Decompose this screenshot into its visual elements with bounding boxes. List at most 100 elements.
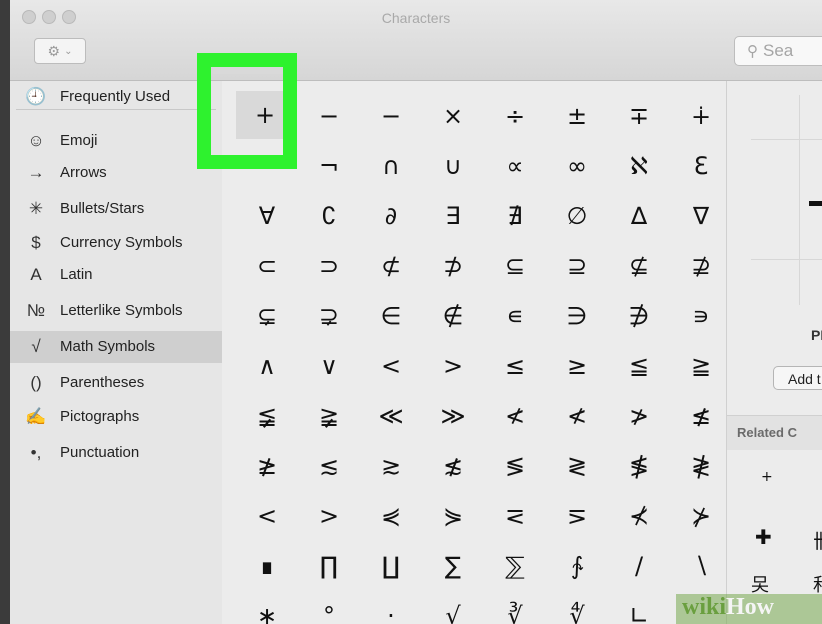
character-cell[interactable]: < [236,491,298,541]
character-cell[interactable]: ⊀ [608,491,670,541]
sidebar-item-bullets-stars[interactable]: ✳ Bullets/Stars [10,193,222,225]
character-cell[interactable]: ≱ [236,441,298,491]
character-cell[interactable]: ∐ [360,541,422,591]
character-cell[interactable]: ∨ [298,341,360,391]
character-cell[interactable]: ∝ [484,141,546,191]
character-cell[interactable]: ⊅ [422,241,484,291]
character-cell[interactable]: ≶ [484,441,546,491]
related-char[interactable]: 卌 [813,525,822,554]
character-cell[interactable]: ≸ [608,441,670,491]
character-cell[interactable]: ∏ [298,541,360,591]
character-cell[interactable]: − [298,91,360,141]
character-cell[interactable]: / [608,541,670,591]
character-cell[interactable]: ≦ [608,341,670,391]
character-cell[interactable]: ∑ [422,541,484,591]
character-cell[interactable]: ⋜ [484,491,546,541]
character-cell[interactable]: ≪ [360,391,422,441]
character-cell[interactable]: ⋟ [422,491,484,541]
character-cell[interactable]: ⊊ [236,291,298,341]
character-cell[interactable]: ≫ [422,391,484,441]
character-cell[interactable]: ∱ [546,541,608,591]
character-cell[interactable]: ⊆ [484,241,546,291]
character-cell[interactable]: · [360,591,422,624]
character-cell[interactable]: ∌ [608,291,670,341]
search-field[interactable]: ⚲ Sea [734,36,822,66]
character-cell[interactable]: ∎ [236,541,298,591]
related-char[interactable]: + [761,469,773,485]
character-cell[interactable]: √ [422,591,484,624]
character-cell[interactable]: − [360,91,422,141]
character-cell[interactable]: ≹ [670,441,732,491]
sidebar-item-math-symbols[interactable]: √ Math Symbols [10,331,222,363]
character-cell[interactable]: ⊃ [298,241,360,291]
character-cell[interactable]: ≯ [608,391,670,441]
character-cell[interactable]: × [422,91,484,141]
character-cell[interactable]: ≤ [484,341,546,391]
character-cell[interactable]: ∛ [484,591,546,624]
character-cell[interactable]: ℇ [670,141,732,191]
character-cell[interactable]: ⋞ [360,491,422,541]
character-cell[interactable]: ≨ [236,391,298,441]
character-cell[interactable]: ≧ [670,341,732,391]
character-cell[interactable]: ∔ [670,91,732,141]
character-cell[interactable]: ∟ [608,591,670,624]
character-cell[interactable]: ℵ [608,141,670,191]
character-cell[interactable]: ∋ [546,291,608,341]
sidebar-item-letterlike-symbols[interactable]: № Letterlike Symbols [10,295,222,327]
character-cell[interactable]: ≮ [484,391,546,441]
character-cell[interactable]: ⊇ [546,241,608,291]
character-cell[interactable]: ≴ [422,441,484,491]
character-cell[interactable]: < [360,341,422,391]
character-cell[interactable]: ≰ [670,391,732,441]
character-cell[interactable]: ⊂ [236,241,298,291]
character-cell[interactable]: ÷ [484,91,546,141]
character-cell[interactable]: ∧ [236,341,298,391]
character-cell[interactable]: ∓ [608,91,670,141]
character-cell[interactable]: ∊ [484,291,546,341]
character-cell[interactable]: ± [546,91,608,141]
character-cell[interactable]: ≩ [298,391,360,441]
character-cell[interactable]: ≲ [298,441,360,491]
character-cell[interactable]: ≳ [360,441,422,491]
sidebar-item-emoji[interactable]: ☺ Emoji [10,125,222,157]
character-cell[interactable]: > [298,491,360,541]
character-cell[interactable]: ∀ [236,191,298,241]
character-cell[interactable]: ° [298,591,360,624]
sidebar-item-arrows[interactable]: → Arrows [10,157,222,189]
character-cell[interactable]: ∍ [670,291,732,341]
character-cell[interactable]: ≥ [546,341,608,391]
character-cell[interactable]: ∜ [546,591,608,624]
character-cell[interactable]: ⋝ [546,491,608,541]
sidebar-item-parentheses[interactable]: () Parentheses [10,367,222,399]
sidebar-item-currency-symbols[interactable]: $ Currency Symbols [10,227,222,259]
character-cell[interactable]: ≷ [546,441,608,491]
character-cell[interactable]: ∉ [422,291,484,341]
character-cell[interactable]: ⊋ [298,291,360,341]
character-cell[interactable]: ∂ [360,191,422,241]
character-cell[interactable]: ⊁ [670,491,732,541]
character-cell[interactable]: ∖ [670,541,732,591]
character-cell[interactable]: ∈ [360,291,422,341]
character-cell[interactable]: ∪ [422,141,484,191]
add-to-favorites-button[interactable]: Add t [773,366,822,390]
related-char[interactable]: ✚ [755,525,772,549]
character-cell[interactable]: ∄ [484,191,546,241]
character-cell[interactable]: ∇ [670,191,732,241]
character-cell[interactable]: ≮ [546,391,608,441]
character-cell[interactable]: ∃ [422,191,484,241]
sidebar-item-punctuation[interactable]: •, Punctuation [10,437,222,469]
character-cell[interactable]: ∆ [608,191,670,241]
character-cell[interactable]: ∅ [546,191,608,241]
sidebar-item-pictographs[interactable]: ✍ Pictographs [10,401,222,433]
character-cell[interactable]: ∞ [546,141,608,191]
character-cell[interactable]: ∩ [360,141,422,191]
action-menu-button[interactable]: ⚙ ⌄ [34,38,86,64]
character-cell[interactable]: ¬ [298,141,360,191]
character-cell[interactable]: ⊄ [360,241,422,291]
character-cell[interactable]: ⊈ [608,241,670,291]
character-cell[interactable]: > [422,341,484,391]
character-cell[interactable]: ∗ [236,591,298,624]
character-cell[interactable]: ∁ [298,191,360,241]
character-cell[interactable]: ⊉ [670,241,732,291]
character-cell[interactable]: ⅀ [484,541,546,591]
